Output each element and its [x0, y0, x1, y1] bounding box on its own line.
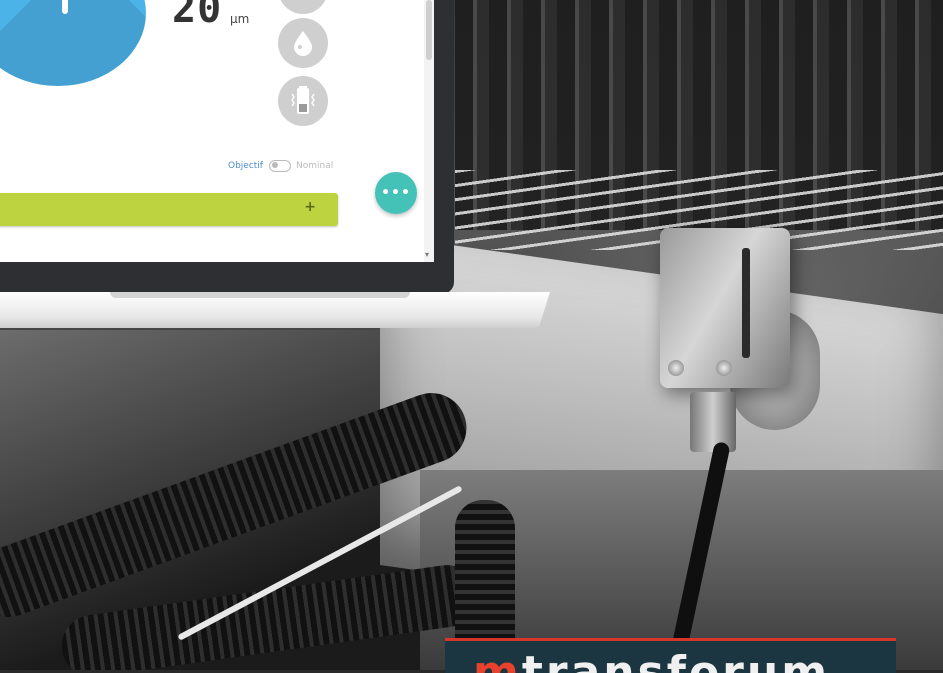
- toggle-label-objectif: Objectif: [228, 161, 263, 171]
- sensor-slot: [742, 248, 750, 358]
- laptop-lid: 20 µm Objectif Nominal + ••• ▾: [0, 0, 454, 294]
- logo-text-accent: m: [473, 647, 522, 673]
- laptop-notch: [110, 292, 410, 298]
- laptop-screen: 20 µm Objectif Nominal + ••• ▾: [0, 0, 434, 262]
- logo-text: mtransforum: [473, 647, 830, 673]
- scroll-down-icon[interactable]: ▾: [425, 250, 429, 259]
- mode-toggle[interactable]: [269, 160, 291, 172]
- humidity-drop-icon[interactable]: [278, 18, 328, 68]
- sun-ray: [62, 0, 68, 14]
- measurement-unit: µm: [230, 12, 250, 26]
- toggle-label-nominal: Nominal: [296, 161, 334, 171]
- more-options-button[interactable]: •••: [375, 172, 417, 214]
- plus-icon: +: [304, 199, 316, 215]
- sun-icon: [0, 0, 146, 86]
- logo-text-main: transforum: [521, 647, 831, 673]
- battery-vibration-icon[interactable]: [278, 76, 328, 126]
- screw: [716, 360, 732, 376]
- sensor-device: [660, 228, 790, 388]
- brand-logo: mtransforum: [445, 638, 896, 673]
- gauge-icon[interactable]: [278, 0, 328, 14]
- cable-gland: [690, 392, 736, 452]
- measurement-value: 20: [172, 0, 223, 32]
- add-bar-button[interactable]: +: [0, 193, 338, 226]
- screw: [668, 360, 684, 376]
- scrollbar-thumb[interactable]: [426, 0, 432, 60]
